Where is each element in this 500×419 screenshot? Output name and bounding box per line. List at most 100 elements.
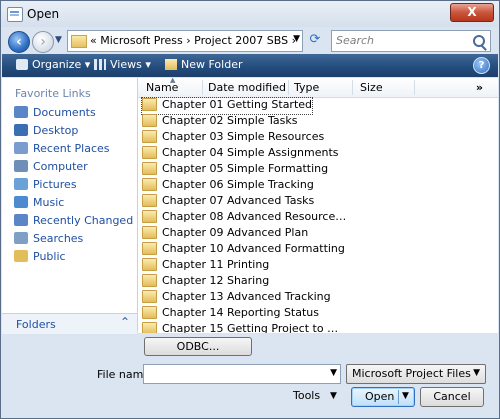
history-dropdown-icon[interactable]: ▼ bbox=[55, 35, 62, 45]
column-divider[interactable] bbox=[352, 80, 353, 95]
list-item[interactable]: Chapter 03 Simple Resources bbox=[142, 130, 324, 146]
more-columns-icon[interactable]: » bbox=[476, 81, 483, 94]
address-bar[interactable]: « Microsoft Press › Project 2007 SBS › ▼ bbox=[67, 30, 303, 52]
column-headers: ▲ Name Date modified Type Size » bbox=[138, 78, 498, 98]
help-icon[interactable]: ? bbox=[473, 57, 490, 74]
list-item[interactable]: Chapter 04 Simple Assignments bbox=[142, 146, 339, 162]
title-bar[interactable]: Open X bbox=[1, 1, 499, 27]
list-item[interactable]: Chapter 14 Reporting Status bbox=[142, 306, 319, 322]
column-size[interactable]: Size bbox=[360, 81, 383, 94]
file-list: ▲ Name Date modified Type Size » Chapter… bbox=[138, 78, 498, 333]
file-name: Chapter 01 Getting Started bbox=[162, 98, 313, 111]
file-type-select[interactable]: Microsoft Project Files ▼ bbox=[346, 364, 486, 384]
views-button[interactable]: Views ▾ bbox=[94, 58, 151, 71]
favorite-label: Searches bbox=[33, 232, 84, 245]
favorite-recently-changed[interactable]: Recently Changed bbox=[14, 214, 133, 230]
list-item[interactable]: Chapter 09 Advanced Plan bbox=[142, 226, 308, 242]
column-date-modified[interactable]: Date modified bbox=[208, 81, 286, 94]
chevron-down-icon[interactable]: ▼ bbox=[473, 368, 480, 378]
favorite-label: Desktop bbox=[33, 124, 79, 137]
file-name-dropdown-icon[interactable]: ▼ bbox=[330, 368, 337, 378]
list-item[interactable]: Chapter 13 Advanced Tracking bbox=[142, 290, 331, 306]
list-item[interactable]: Chapter 06 Simple Tracking bbox=[142, 178, 314, 194]
favorite-recent-places[interactable]: Recent Places bbox=[14, 142, 110, 158]
list-item[interactable]: Chapter 15 Getting Project to Work... bbox=[142, 322, 347, 333]
favorite-links-pane: Favorite Links Documents Desktop Recent … bbox=[2, 78, 138, 331]
column-name[interactable]: Name bbox=[146, 81, 178, 94]
file-name-input[interactable]: ▼ bbox=[143, 364, 341, 384]
favorite-public[interactable]: Public bbox=[14, 250, 66, 266]
column-divider[interactable] bbox=[288, 80, 289, 95]
folder-icon bbox=[142, 178, 157, 191]
breadcrumb-separator[interactable]: › bbox=[186, 34, 190, 47]
pictures-icon bbox=[14, 178, 28, 190]
favorite-label: Documents bbox=[33, 106, 96, 119]
list-item[interactable]: Chapter 07 Advanced Tasks bbox=[142, 194, 314, 210]
favorite-label: Recently Changed bbox=[33, 214, 134, 227]
odbc-button[interactable]: ODBC... bbox=[144, 337, 252, 356]
favorite-music[interactable]: Music bbox=[14, 196, 64, 212]
searches-icon bbox=[14, 232, 28, 244]
column-divider[interactable] bbox=[202, 80, 203, 95]
organize-button[interactable]: Organize ▾ bbox=[16, 58, 90, 71]
favorite-documents[interactable]: Documents bbox=[14, 106, 96, 122]
back-button[interactable]: ‹ bbox=[8, 31, 30, 53]
file-type-value: Microsoft Project Files bbox=[352, 367, 471, 380]
file-name: Chapter 12 Sharing bbox=[162, 274, 270, 287]
cancel-button[interactable]: Cancel bbox=[420, 387, 484, 407]
favorite-label: Music bbox=[33, 196, 65, 209]
views-icon bbox=[94, 59, 106, 70]
favorite-searches[interactable]: Searches bbox=[14, 232, 83, 248]
column-divider[interactable] bbox=[414, 80, 415, 95]
address-dropdown-icon[interactable]: ▼ bbox=[293, 34, 300, 44]
favorite-desktop[interactable]: Desktop bbox=[14, 124, 78, 140]
new-folder-icon bbox=[165, 59, 177, 70]
folder-icon bbox=[142, 146, 157, 159]
tools-menu-button[interactable]: Tools bbox=[293, 389, 320, 402]
recent-places-icon bbox=[14, 142, 28, 154]
list-item[interactable]: Chapter 08 Advanced Resources and As... bbox=[142, 210, 347, 226]
folder-icon bbox=[142, 210, 157, 223]
forward-button[interactable]: › bbox=[32, 31, 54, 53]
favorite-links-heading: Favorite Links bbox=[15, 87, 91, 100]
desktop-icon bbox=[14, 124, 28, 136]
favorite-label: Computer bbox=[33, 160, 88, 173]
views-label: Views ▾ bbox=[110, 58, 151, 71]
address-overflow[interactable]: « bbox=[90, 34, 97, 47]
refresh-icon[interactable]: ⟳ bbox=[306, 31, 324, 49]
file-name: Chapter 08 Advanced Resources and As... bbox=[162, 210, 347, 223]
list-item[interactable]: Chapter 12 Sharing bbox=[142, 274, 269, 290]
list-item[interactable]: Chapter 01 Getting Started bbox=[140, 97, 314, 115]
recently-changed-icon bbox=[14, 214, 28, 226]
open-options-icon[interactable]: ▼ bbox=[402, 391, 409, 401]
breadcrumb-microsoft-press[interactable]: Microsoft Press bbox=[100, 34, 183, 47]
file-name: Chapter 07 Advanced Tasks bbox=[162, 194, 315, 207]
list-item[interactable]: Chapter 05 Simple Formatting bbox=[142, 162, 328, 178]
favorite-pictures[interactable]: Pictures bbox=[14, 178, 77, 194]
search-input[interactable]: Search bbox=[331, 30, 491, 52]
folder-icon bbox=[142, 322, 157, 333]
folder-icon bbox=[142, 114, 157, 127]
new-folder-button[interactable]: New Folder bbox=[165, 58, 242, 71]
column-type[interactable]: Type bbox=[294, 81, 319, 94]
file-name: Chapter 11 Printing bbox=[162, 258, 270, 271]
folders-toggle[interactable]: Folders ⌃ bbox=[2, 313, 137, 334]
tools-dropdown-icon[interactable]: ▼ bbox=[330, 391, 337, 401]
public-icon bbox=[14, 250, 28, 262]
list-item[interactable]: Chapter 10 Advanced Formatting bbox=[142, 242, 345, 258]
folder-icon bbox=[142, 290, 157, 303]
favorite-label: Public bbox=[33, 250, 66, 263]
folder-icon bbox=[142, 274, 157, 287]
computer-icon bbox=[14, 160, 28, 172]
file-name: Chapter 10 Advanced Formatting bbox=[162, 242, 345, 255]
favorite-computer[interactable]: Computer bbox=[14, 160, 88, 176]
file-name: Chapter 09 Advanced Plan bbox=[162, 226, 309, 239]
list-item[interactable]: Chapter 02 Simple Tasks bbox=[142, 114, 298, 130]
open-button[interactable]: Open ▼ bbox=[351, 387, 415, 407]
list-item[interactable]: Chapter 11 Printing bbox=[142, 258, 269, 274]
close-button[interactable]: X bbox=[450, 3, 494, 22]
address-path[interactable]: « Microsoft Press › Project 2007 SBS › bbox=[90, 34, 296, 47]
search-icon[interactable] bbox=[473, 35, 485, 47]
chevron-up-icon[interactable]: ⌃ bbox=[120, 315, 130, 329]
breadcrumb-project-2007-sbs[interactable]: Project 2007 SBS bbox=[194, 34, 288, 47]
